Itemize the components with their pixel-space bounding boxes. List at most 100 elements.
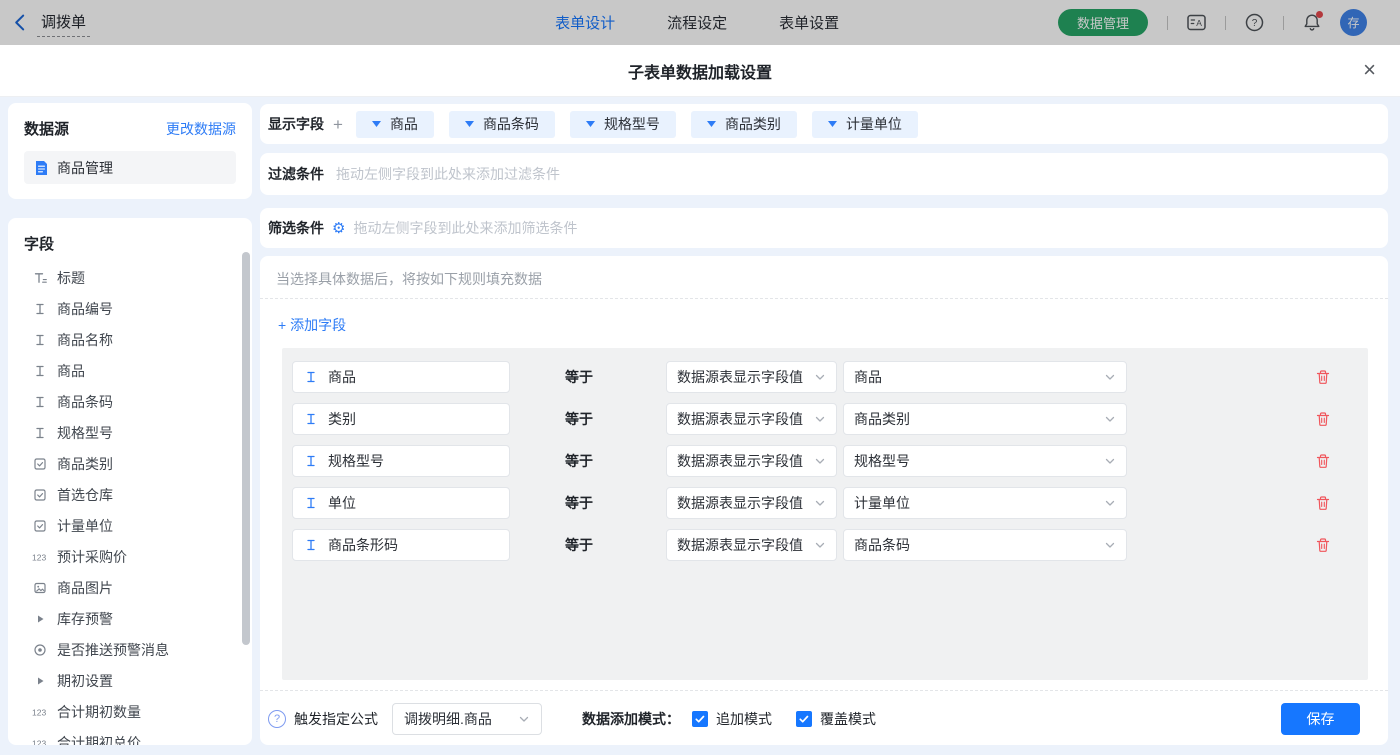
field-item[interactable]: 商品图片: [24, 572, 252, 603]
svg-text:?: ?: [1252, 18, 1258, 29]
rule-value-label: 计量单位: [854, 495, 910, 511]
rule-operator: 等于: [565, 495, 593, 511]
rule-target-field[interactable]: 类别: [292, 403, 510, 435]
data-add-mode-label: 数据添加模式：: [582, 710, 680, 727]
filter-condition-card[interactable]: 过滤条件 拖动左侧字段到此处来添加过滤条件: [260, 153, 1388, 195]
chevron-down-icon: [1104, 371, 1116, 383]
display-field-tag[interactable]: 商品类别: [690, 110, 797, 138]
rule-source-select[interactable]: 数据源表显示字段值: [666, 361, 837, 393]
rule-source-select[interactable]: 数据源表显示字段值: [666, 445, 837, 477]
datasource-item[interactable]: 商品管理: [24, 151, 236, 184]
chevron-down-icon: [814, 371, 826, 383]
tab-form-setting[interactable]: 表单设置: [779, 12, 839, 33]
field-item[interactable]: 是否推送预警消息: [24, 634, 252, 665]
gear-icon[interactable]: ⚙: [332, 221, 345, 236]
rule-value-label: 商品类别: [854, 411, 910, 427]
rule-value-select[interactable]: 商品类别: [843, 403, 1127, 435]
rule-target-field[interactable]: 单位: [292, 487, 510, 519]
field-item[interactable]: 商品编号: [24, 293, 252, 324]
help-icon[interactable]: ?: [1245, 13, 1264, 32]
field-item-label: 商品条码: [57, 393, 113, 410]
back-button[interactable]: [14, 14, 25, 31]
trash-icon[interactable]: [1315, 369, 1331, 385]
field-item-label: 标题: [57, 269, 85, 286]
field-item[interactable]: 商品: [24, 355, 252, 386]
field-item[interactable]: 库存预警: [24, 603, 252, 634]
mode-checkbox-group[interactable]: 追加模式: [692, 709, 772, 729]
rule-source-select[interactable]: 数据源表显示字段值: [666, 403, 837, 435]
dropdown-triangle-icon: [464, 121, 474, 127]
tab-form-design[interactable]: 表单设计: [555, 12, 615, 33]
text-icon: [303, 370, 319, 384]
trash-icon[interactable]: [1315, 453, 1331, 469]
field-item-label: 首选仓库: [57, 486, 113, 503]
field-item[interactable]: 商品条码: [24, 386, 252, 417]
rule-target-field[interactable]: 商品: [292, 361, 510, 393]
rule-target-field-label: 类别: [328, 411, 356, 427]
chevron-down-icon: [518, 713, 530, 725]
field-item[interactable]: 期初设置: [24, 665, 252, 696]
close-icon[interactable]: ×: [1363, 57, 1376, 83]
notification-dot: [1316, 11, 1323, 18]
field-item[interactable]: 计量单位: [24, 510, 252, 541]
svg-text:123: 123: [32, 738, 46, 745]
rule-value-select[interactable]: 计量单位: [843, 487, 1127, 519]
checkbox-label: 覆盖模式: [820, 710, 876, 727]
rule-value-select[interactable]: 规格型号: [843, 445, 1127, 477]
display-field-tag[interactable]: 计量单位: [811, 110, 918, 138]
rule-source-select[interactable]: 数据源表显示字段值: [666, 529, 837, 561]
field-item[interactable]: 规格型号: [24, 417, 252, 448]
display-field-tag[interactable]: 商品: [355, 110, 434, 138]
data-manage-button[interactable]: 数据管理: [1057, 9, 1148, 36]
display-field-tag[interactable]: 规格型号: [569, 110, 676, 138]
rule-source-value: 数据源表显示字段值: [677, 411, 803, 427]
number-icon: 123: [32, 550, 48, 564]
radio-icon: [32, 643, 48, 657]
field-item[interactable]: 商品名称: [24, 324, 252, 355]
field-item-label: 是否推送预警消息: [57, 641, 169, 658]
field-item[interactable]: 首选仓库: [24, 479, 252, 510]
image-icon: [32, 581, 48, 595]
field-item[interactable]: 123 合计期初总价: [24, 727, 252, 746]
mode-checkbox-group[interactable]: 覆盖模式: [796, 709, 876, 729]
field-item[interactable]: 标题: [24, 262, 252, 293]
field-item-label: 商品图片: [57, 579, 113, 596]
help-circle-icon[interactable]: ?: [268, 709, 286, 728]
checkbox[interactable]: [796, 710, 812, 727]
rule-target-field-label: 商品: [328, 369, 356, 385]
trash-icon[interactable]: [1315, 537, 1331, 553]
add-rule-field-button[interactable]: + 添加字段: [278, 315, 346, 335]
filter-condition-label: 过滤条件: [268, 166, 324, 182]
rule-target-field[interactable]: 商品条形码: [292, 529, 510, 561]
checkbox[interactable]: [692, 710, 708, 727]
display-field-tag[interactable]: 商品条码: [448, 110, 555, 138]
text-icon: [303, 454, 319, 468]
fields-scrollbar[interactable]: [242, 252, 250, 645]
sieve-condition-card[interactable]: 筛选条件 ⚙ 拖动左侧字段到此处来添加筛选条件: [260, 208, 1388, 248]
rule-source-select[interactable]: 数据源表显示字段值: [666, 487, 837, 519]
field-item[interactable]: 商品类别: [24, 448, 252, 479]
add-display-field-button[interactable]: +: [333, 116, 343, 133]
text-icon: [32, 333, 48, 347]
docs-language-icon[interactable]: A: [1187, 14, 1206, 31]
trigger-formula-select[interactable]: 调拨明细.商品: [392, 702, 542, 735]
rule-operator: 等于: [565, 411, 593, 427]
trash-icon[interactable]: [1315, 495, 1331, 511]
topbar-tabs: 表单设计 流程设定 表单设置: [555, 0, 839, 45]
rule-target-field-label: 单位: [328, 495, 356, 511]
save-button[interactable]: 保存: [1281, 702, 1360, 735]
trash-icon[interactable]: [1315, 411, 1331, 427]
avatar[interactable]: 存: [1340, 9, 1367, 36]
rule-value-select[interactable]: 商品: [843, 361, 1127, 393]
notification-bell-icon[interactable]: [1303, 11, 1323, 32]
rule-row: 商品 等于 数据源表显示字段值 商品: [292, 361, 1368, 393]
field-item[interactable]: 123 预计采购价: [24, 541, 252, 572]
sieve-condition-label: 筛选条件: [268, 220, 324, 236]
field-item[interactable]: 123 合计期初数量: [24, 696, 252, 727]
rule-target-field[interactable]: 规格型号: [292, 445, 510, 477]
form-title[interactable]: 调拨单: [37, 9, 91, 37]
tab-flow-setting[interactable]: 流程设定: [667, 12, 727, 33]
rule-value-select[interactable]: 商品条码: [843, 529, 1127, 561]
change-datasource-link[interactable]: 更改数据源: [166, 119, 236, 139]
caret-icon: [32, 612, 48, 626]
